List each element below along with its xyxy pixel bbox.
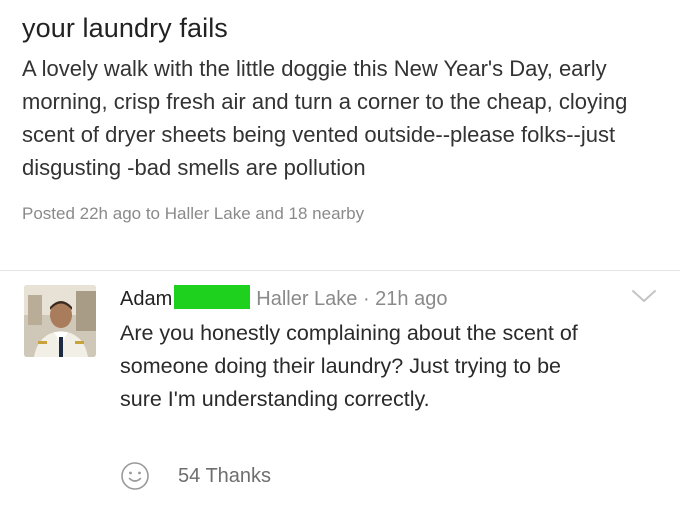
post-body: A lovely walk with the little doggie thi… [22, 56, 628, 180]
comment-location-time: Haller Lake · 21h ago [256, 288, 448, 310]
post-title: your laundry fails [22, 13, 228, 43]
thanks-button[interactable]: 54 Thanks [120, 461, 271, 491]
avatar[interactable] [24, 285, 96, 357]
avatar-photo [24, 285, 96, 357]
comment-text: Are you honestly complaining about the s… [120, 321, 578, 411]
comment: Adam Haller Lake · 21h ago Are you honest… [0, 271, 680, 510]
smile-icon[interactable] [120, 461, 150, 491]
comment-author[interactable]: Adam [120, 288, 172, 310]
comment-main: Adam Haller Lake · 21h ago Are you honest… [120, 283, 620, 416]
redaction-bar [174, 285, 251, 309]
post: your laundry fails A lovely walk with th… [22, 6, 662, 226]
post-meta[interactable]: Posted 22h ago to Haller Lake and 18 nea… [22, 202, 662, 226]
thanks-count[interactable]: 54 Thanks [178, 465, 271, 488]
comment-header: Adam Haller Lake · 21h ago [120, 283, 620, 315]
chevron-down-icon[interactable] [630, 287, 658, 305]
